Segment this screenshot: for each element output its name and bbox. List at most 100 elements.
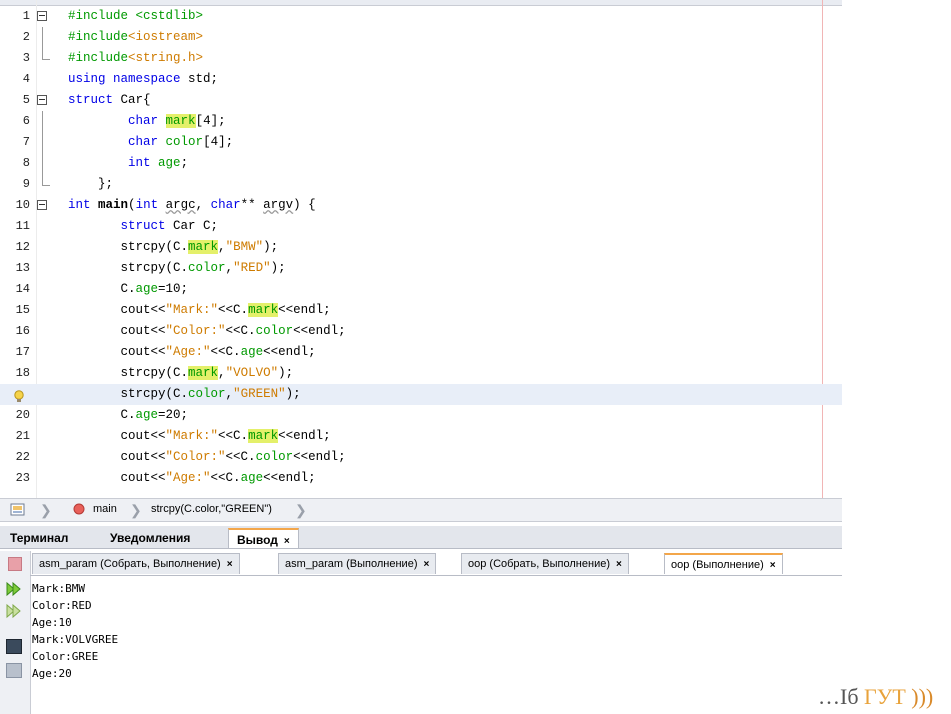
code-line[interactable]: 23 cout<<"Age:"<<C.age<<endl;	[0, 468, 842, 489]
code-line[interactable]: 21 cout<<"Mark:"<<C.mark<<endl;	[0, 426, 842, 447]
hint-bulb-icon[interactable]	[14, 388, 24, 402]
tab-output[interactable]: Вывод ×	[228, 528, 299, 548]
code-text[interactable]: strcpy(C.color,"GREEN");	[68, 384, 301, 405]
fold-guide	[42, 153, 43, 174]
code-text[interactable]: cout<<"Mark:"<<C.mark<<endl;	[68, 426, 331, 447]
close-icon[interactable]: ×	[616, 559, 622, 570]
close-icon[interactable]: ×	[227, 559, 233, 570]
code-line[interactable]: 7 char color[4];	[0, 132, 842, 153]
logo-brand: ГУТ	[864, 684, 906, 709]
fold-toggle-icon[interactable]	[37, 95, 47, 105]
code-text[interactable]: using namespace std;	[68, 69, 218, 90]
tab-label: Уведомления	[110, 531, 191, 545]
code-line[interactable]: 15 cout<<"Mark:"<<C.mark<<endl;	[0, 300, 842, 321]
breadcrumb-statement[interactable]: strcpy(C.color,"GREEN")	[151, 503, 272, 515]
program-output[interactable]: Mark:BMW Color:RED Age:10 Mark:VOLVGREE Colo…	[32, 580, 118, 682]
terminal-icon[interactable]	[6, 639, 22, 654]
output-line: Age:10	[32, 616, 72, 629]
code-line[interactable]: 4 using namespace std;	[0, 69, 842, 90]
code-line[interactable]: 11 struct Car C;	[0, 216, 842, 237]
fold-toggle-icon[interactable]	[37, 200, 47, 210]
output-toolbar	[0, 551, 31, 714]
code-text[interactable]: cout<<"Age:"<<C.age<<endl;	[68, 342, 316, 363]
tab-notifications[interactable]: Уведомления	[102, 528, 198, 548]
line-number: 20	[15, 408, 30, 422]
fold-toggle-icon[interactable]	[37, 11, 47, 21]
code-text[interactable]: #include<string.h>	[68, 48, 203, 69]
code-line[interactable]: 1 #include <cstdlib>	[0, 6, 842, 27]
line-number: 14	[15, 282, 30, 296]
rerun-icon[interactable]	[5, 581, 23, 601]
fold-end-marker	[42, 174, 50, 186]
tab-oop-build-run[interactable]: oop (Собрать, Выполнение) ×	[461, 553, 629, 574]
code-text[interactable]: struct Car C;	[68, 216, 219, 237]
function-icon	[73, 503, 85, 518]
code-line[interactable]: 6 char mark[4];	[0, 111, 842, 132]
code-text[interactable]: int main(int argc, char** argv) {	[68, 195, 316, 216]
code-text[interactable]: cout<<"Color:"<<C.color<<endl;	[68, 447, 346, 468]
output-panel-tabs: Терминал Уведомления Вывод ×	[0, 526, 842, 549]
rerun-with-args-icon[interactable]	[5, 603, 23, 623]
code-text[interactable]: strcpy(C.mark,"VOLVO");	[68, 363, 293, 384]
line-number: 23	[15, 471, 30, 485]
code-line[interactable]: 20 C.age=20;	[0, 405, 842, 426]
line-number: 5	[22, 93, 30, 107]
tab-asm-param-build-run[interactable]: asm_param (Собрать, Выполнение) ×	[32, 553, 240, 574]
close-icon[interactable]: ×	[423, 559, 429, 570]
code-line[interactable]: 17 cout<<"Age:"<<C.age<<endl;	[0, 342, 842, 363]
code-line[interactable]: 22 cout<<"Color:"<<C.color<<endl;	[0, 447, 842, 468]
code-text[interactable]: int age;	[68, 153, 188, 174]
line-number: 10	[15, 198, 30, 212]
fold-end-marker	[42, 48, 50, 60]
code-line[interactable]: 14 C.age=10;	[0, 279, 842, 300]
code-line[interactable]: 16 cout<<"Color:"<<C.color<<endl;	[0, 321, 842, 342]
code-line[interactable]: 9 };	[0, 174, 842, 195]
tab-terminal[interactable]: Терминал	[2, 528, 76, 548]
code-line[interactable]: 2 #include<iostream>	[0, 27, 842, 48]
code-text[interactable]: C.age=10;	[68, 279, 189, 300]
code-text[interactable]: cout<<"Color:"<<C.color<<endl;	[68, 321, 346, 342]
code-line[interactable]: 10 int main(int argc, char** argv) {	[0, 195, 842, 216]
chevron-right-icon: ❯	[40, 502, 52, 518]
code-text[interactable]: strcpy(C.color,"RED");	[68, 258, 286, 279]
line-number: 2	[22, 30, 30, 44]
close-icon[interactable]: ×	[770, 560, 776, 571]
output-line: Mark:VOLVGREE	[32, 633, 119, 646]
close-icon[interactable]: ×	[284, 536, 290, 547]
code-line[interactable]: 5 struct Car{	[0, 90, 842, 111]
code-line[interactable]: 12 strcpy(C.mark,"BMW");	[0, 237, 842, 258]
code-text[interactable]: cout<<"Mark:"<<C.mark<<endl;	[68, 300, 331, 321]
code-text[interactable]: char mark[4];	[68, 111, 226, 132]
line-number: 9	[22, 177, 30, 191]
logo-suffix: )))	[911, 684, 934, 709]
code-text[interactable]: struct Car{	[68, 90, 151, 111]
output-line: Age:20	[32, 667, 72, 680]
code-text[interactable]: cout<<"Age:"<<C.age<<endl;	[68, 468, 316, 489]
code-text[interactable]: #include<iostream>	[68, 27, 203, 48]
tab-label: oop (Собрать, Выполнение)	[468, 558, 610, 570]
code-line[interactable]: 13 strcpy(C.color,"RED");	[0, 258, 842, 279]
line-number: 7	[22, 135, 30, 149]
breadcrumb-function[interactable]: main	[93, 503, 117, 515]
chevron-right-icon: ❯	[295, 502, 307, 518]
code-line[interactable]: 18 strcpy(C.mark,"VOLVO");	[0, 363, 842, 384]
stop-icon[interactable]	[8, 557, 22, 571]
fold-guide	[42, 111, 43, 132]
code-text[interactable]: char color[4];	[68, 132, 233, 153]
fold-guide	[42, 27, 43, 48]
file-type-icon[interactable]	[10, 503, 26, 520]
code-text[interactable]: };	[68, 174, 113, 195]
code-editor[interactable]: 1 #include <cstdlib> 2 #include<iostream> 3 #…	[0, 0, 842, 498]
line-number: 22	[15, 450, 30, 464]
code-text[interactable]: C.age=20;	[68, 405, 189, 426]
code-line[interactable]: 8 int age;	[0, 153, 842, 174]
code-text[interactable]: strcpy(C.mark,"BMW");	[68, 237, 278, 258]
line-number: 6	[22, 114, 30, 128]
code-line[interactable]: 3 #include<string.h>	[0, 48, 842, 69]
tab-asm-param-run[interactable]: asm_param (Выполнение) ×	[278, 553, 437, 574]
line-number: 8	[22, 156, 30, 170]
code-line[interactable]: strcpy(C.color,"GREEN");	[0, 384, 842, 405]
code-text[interactable]: #include <cstdlib>	[68, 6, 203, 27]
settings-icon[interactable]	[6, 663, 22, 678]
tab-oop-run[interactable]: oop (Выполнение) ×	[664, 553, 783, 574]
